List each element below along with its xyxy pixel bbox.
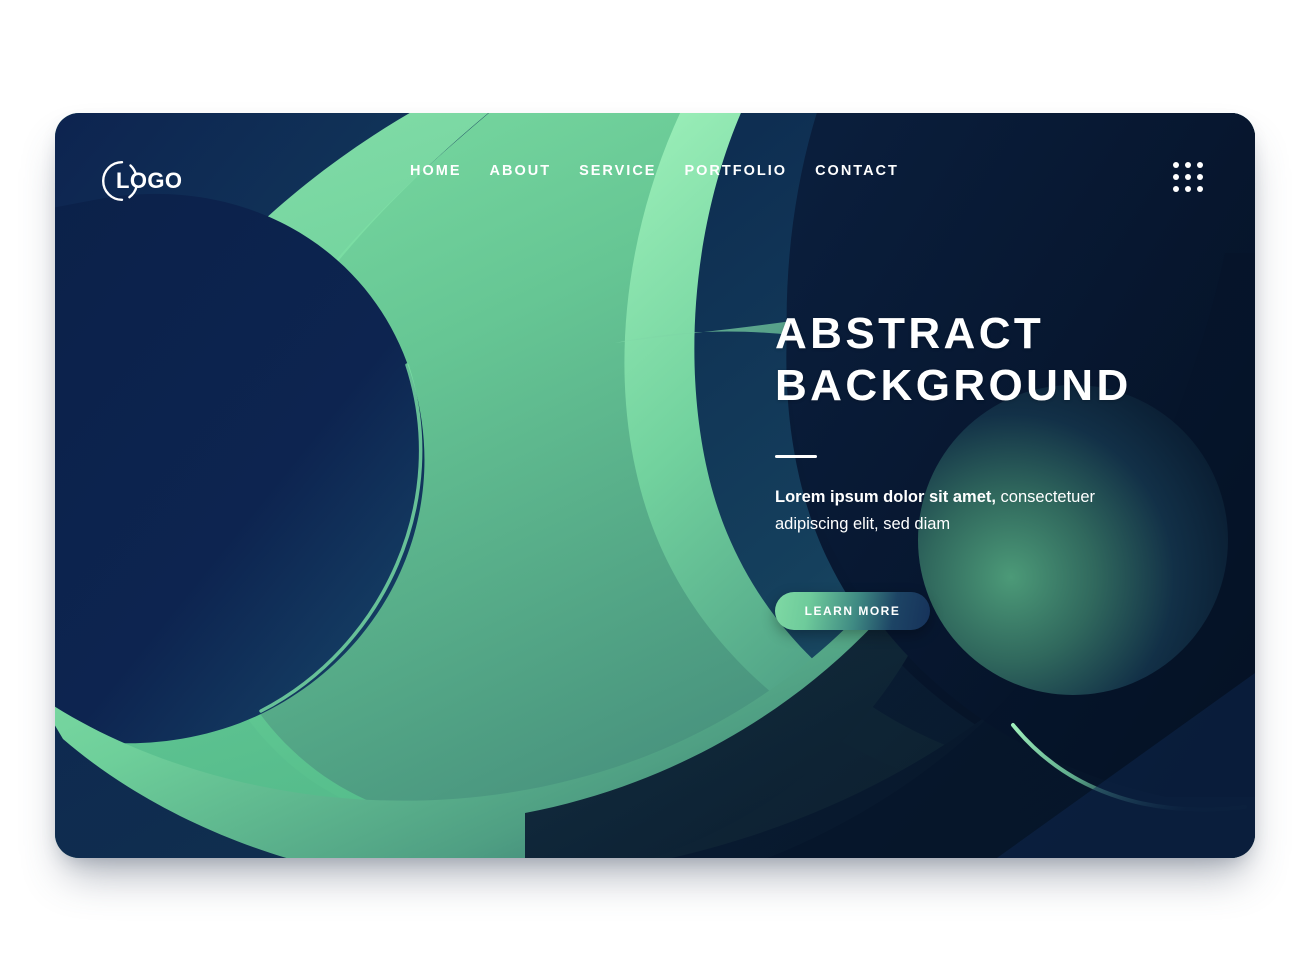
site-header: LOGO HOME ABOUT SERVICE PORTFOLIO CONTAC… — [55, 113, 1255, 243]
brand-logo-text: LOGO — [116, 168, 183, 193]
ui-layer: LOGO HOME ABOUT SERVICE PORTFOLIO CONTAC… — [55, 113, 1255, 858]
page-root: LOGO HOME ABOUT SERVICE PORTFOLIO CONTAC… — [0, 0, 1307, 980]
grid-dot — [1185, 186, 1191, 192]
grid-dots-icon[interactable] — [1173, 162, 1207, 196]
grid-dot — [1173, 162, 1179, 168]
main-nav: HOME ABOUT SERVICE PORTFOLIO CONTACT — [410, 163, 899, 179]
grid-dot — [1185, 162, 1191, 168]
grid-dot — [1173, 186, 1179, 192]
hero-paragraph-lead: Lorem ipsum dolor sit amet, — [775, 488, 996, 506]
hero-card: LOGO HOME ABOUT SERVICE PORTFOLIO CONTAC… — [55, 113, 1255, 858]
nav-item-home[interactable]: HOME — [410, 163, 462, 179]
grid-dot — [1197, 186, 1203, 192]
nav-item-about[interactable]: ABOUT — [490, 163, 552, 179]
nav-item-portfolio[interactable]: PORTFOLIO — [684, 163, 787, 179]
hero-content: ABSTRACT BACKGROUND Lorem ipsum dolor si… — [775, 308, 1195, 630]
hero-paragraph: Lorem ipsum dolor sit amet, consectetuer… — [775, 484, 1115, 538]
grid-dot — [1197, 174, 1203, 180]
nav-item-service[interactable]: SERVICE — [579, 163, 656, 179]
brand-logo[interactable]: LOGO — [100, 155, 230, 207]
learn-more-button[interactable]: LEARN MORE — [775, 592, 930, 630]
hero-title: ABSTRACT BACKGROUND — [775, 309, 1132, 410]
title-divider — [775, 455, 817, 458]
grid-dot — [1197, 162, 1203, 168]
grid-dot — [1185, 174, 1191, 180]
nav-item-contact[interactable]: CONTACT — [815, 163, 899, 179]
grid-dot — [1173, 174, 1179, 180]
